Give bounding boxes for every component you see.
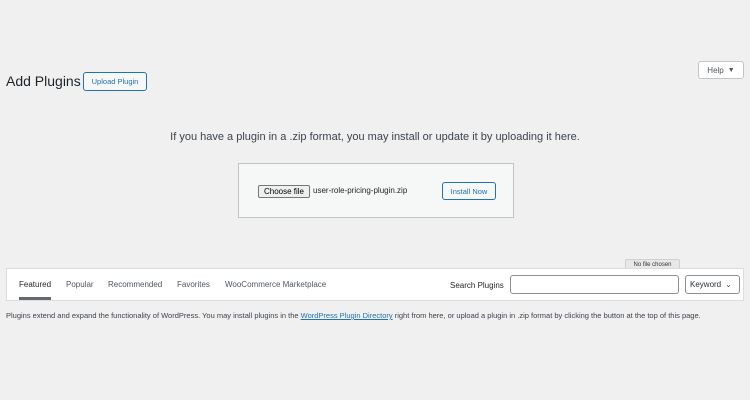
selected-file-name: user-role-pricing-plugin.zip (313, 186, 408, 195)
tab-recommended[interactable]: Recommended (108, 269, 162, 300)
upload-form: Choose file user-role-pricing-plugin.zip… (238, 163, 514, 218)
install-now-button[interactable]: Install Now (442, 182, 496, 200)
upload-plugin-button[interactable]: Upload Plugin (83, 72, 147, 91)
plugins-description: Plugins extend and expand the functional… (6, 310, 744, 321)
tab-favorites[interactable]: Favorites (177, 269, 210, 300)
help-label: Help (707, 65, 724, 75)
description-text-end: right from here, or upload a plugin in .… (392, 311, 701, 320)
search-type-select[interactable]: Keyword ⌄ (685, 275, 740, 294)
description-text-start: Plugins extend and expand the functional… (6, 311, 301, 320)
upload-help-text: If you have a plugin in a .zip format, y… (170, 131, 580, 143)
tab-popular[interactable]: Popular (66, 269, 94, 300)
help-button[interactable]: Help ▼ (698, 61, 744, 79)
tab-featured[interactable]: Featured (19, 269, 52, 300)
plugin-directory-link[interactable]: WordPress Plugin Directory (301, 311, 393, 320)
search-plugins-input[interactable] (510, 275, 679, 294)
chevron-down-icon: ⌄ (725, 280, 732, 289)
search-type-value: Keyword (690, 280, 722, 289)
page-title: Add Plugins (6, 73, 81, 89)
tab-woocommerce-marketplace[interactable]: WooCommerce Marketplace (225, 269, 326, 300)
choose-file-button[interactable]: Choose file (258, 185, 310, 198)
plugin-filter-bar: Featured Popular Recommended Favorites W… (6, 268, 744, 301)
search-plugins-label: Search Plugins (450, 281, 504, 290)
caret-down-icon: ▼ (727, 66, 735, 74)
